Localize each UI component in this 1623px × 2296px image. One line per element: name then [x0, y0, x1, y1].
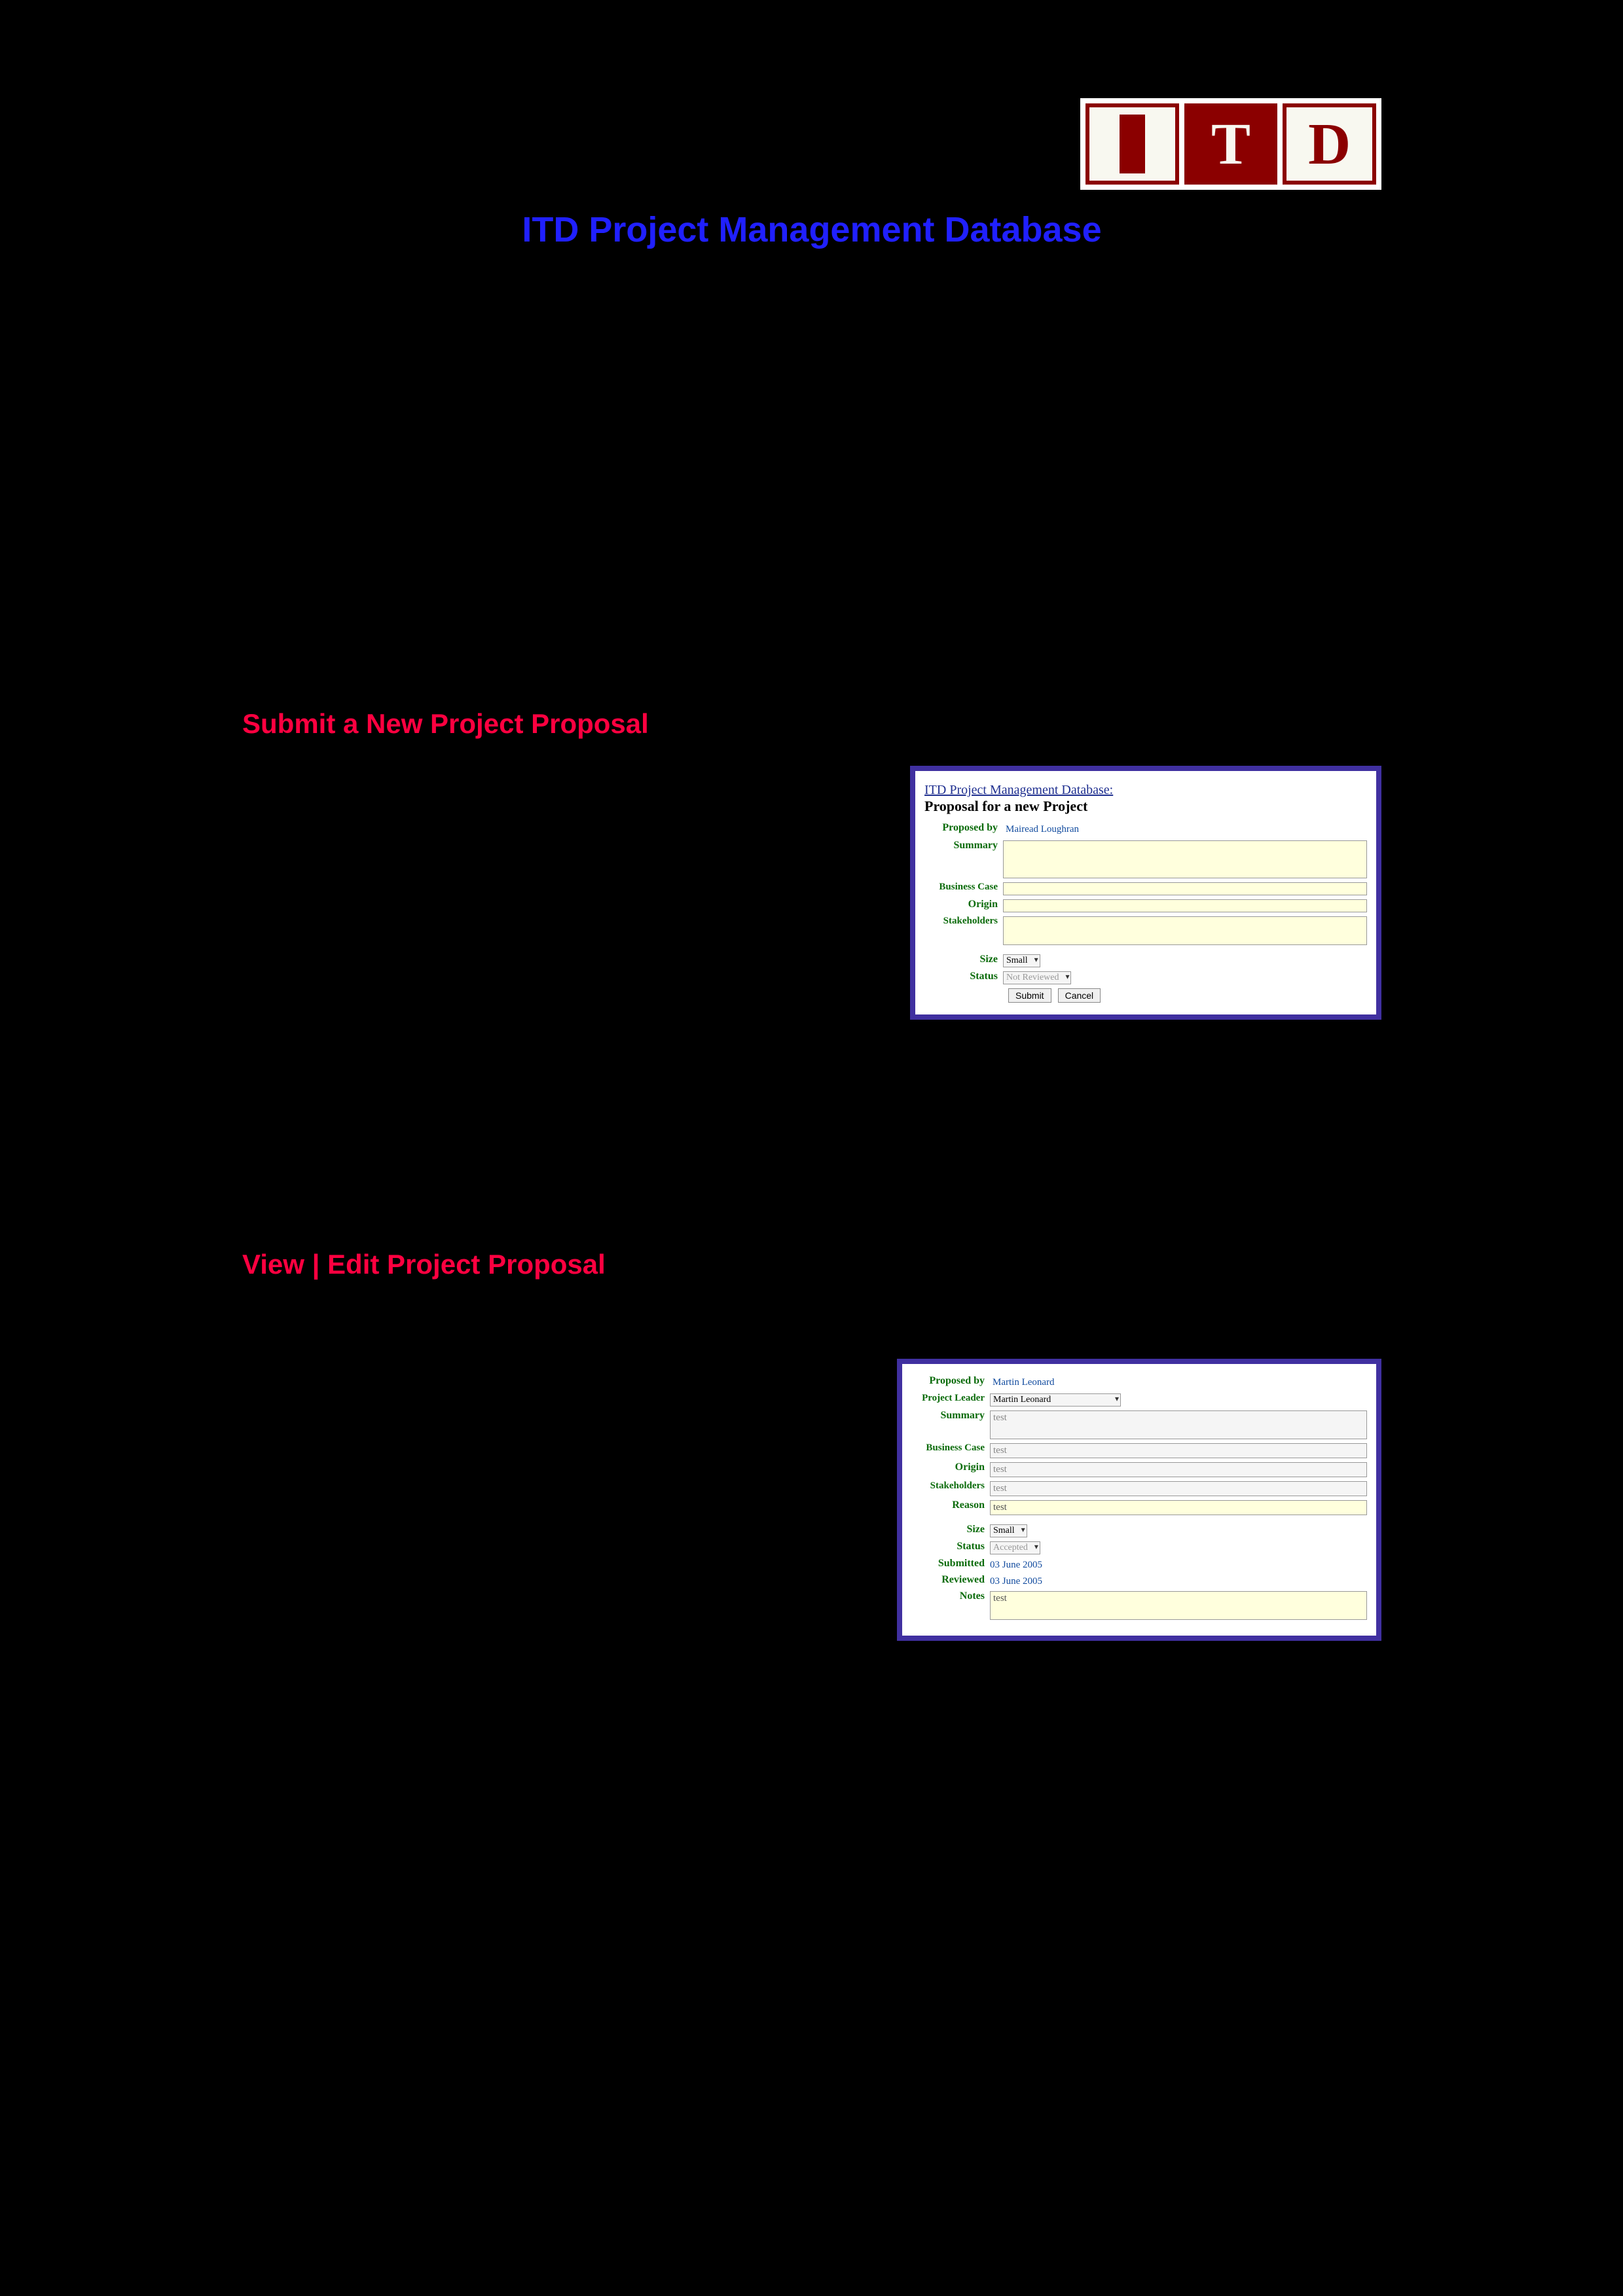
stakeholders-label: Stakeholders — [911, 1481, 990, 1492]
business-case-label: Business Case — [924, 882, 1003, 893]
status-label: Status — [924, 971, 1003, 982]
origin-input[interactable] — [1003, 899, 1367, 912]
size-select[interactable]: Small — [1003, 954, 1040, 967]
proposed-by-label: Proposed by — [924, 823, 1003, 834]
stakeholders-value: test — [990, 1481, 1367, 1496]
size-label: Size — [924, 954, 1003, 965]
section-view-title: View | Edit Project Proposal — [242, 1249, 1381, 1280]
origin-value: test — [990, 1462, 1367, 1477]
stakeholders-input[interactable] — [1003, 916, 1367, 945]
project-leader-label: Project Leader — [911, 1393, 990, 1404]
summary-value: test — [990, 1410, 1367, 1439]
submit-button[interactable]: Submit — [1008, 988, 1051, 1003]
size-select[interactable]: Small — [990, 1524, 1027, 1537]
project-leader-select[interactable]: Martin Leonard — [990, 1393, 1121, 1407]
page-title: ITD Project Management Database — [242, 209, 1381, 250]
notes-input[interactable]: test — [990, 1591, 1367, 1620]
form-heading: Proposal for a new Project — [924, 798, 1367, 815]
itd-logo — [1080, 98, 1381, 190]
summary-label: Summary — [911, 1410, 990, 1422]
stakeholders-label: Stakeholders — [924, 916, 1003, 927]
notes-label: Notes — [911, 1591, 990, 1602]
status-label: Status — [911, 1541, 990, 1552]
status-value: Accepted — [990, 1541, 1040, 1554]
logo-letter-d — [1283, 103, 1376, 185]
submitted-label: Submitted — [911, 1558, 990, 1570]
business-case-label: Business Case — [911, 1443, 990, 1454]
breadcrumb-link[interactable]: ITD Project Management Database: — [924, 783, 1367, 798]
proposal-new-form: ITD Project Management Database: Proposa… — [910, 766, 1381, 1020]
size-label: Size — [911, 1524, 990, 1535]
reviewed-value: 03 June 2005 — [990, 1575, 1042, 1587]
logo-letter-t — [1184, 103, 1278, 185]
proposed-by-value: Martin Leonard — [990, 1376, 1367, 1390]
business-case-input[interactable] — [1003, 882, 1367, 895]
origin-label: Origin — [924, 899, 1003, 910]
cancel-button[interactable]: Cancel — [1058, 988, 1101, 1003]
submitted-value: 03 June 2005 — [990, 1558, 1042, 1571]
proposed-by-label: Proposed by — [911, 1376, 990, 1387]
section-submit-title: Submit a New Project Proposal — [242, 708, 1381, 740]
summary-label: Summary — [924, 840, 1003, 852]
status-select: Not Reviewed — [1003, 971, 1071, 984]
origin-label: Origin — [911, 1462, 990, 1473]
summary-input[interactable] — [1003, 840, 1367, 878]
logo-letter-i — [1085, 103, 1179, 185]
reason-input[interactable]: test — [990, 1500, 1367, 1515]
proposed-by-value: Mairead Loughran — [1003, 823, 1367, 836]
proposal-view-form: Proposed by Martin Leonard Project Leade… — [897, 1359, 1381, 1641]
business-case-value: test — [990, 1443, 1367, 1458]
reviewed-label: Reviewed — [911, 1575, 990, 1586]
reason-label: Reason — [911, 1500, 990, 1511]
